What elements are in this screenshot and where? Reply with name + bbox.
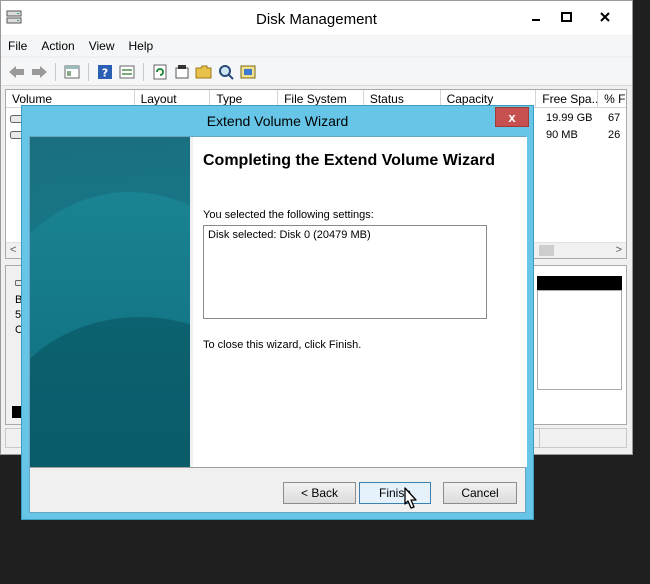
menu-bar: File Action View Help <box>1 36 632 56</box>
maximize-button[interactable] <box>551 7 582 27</box>
minimize-icon <box>531 19 540 21</box>
toolbar-separator <box>88 62 89 81</box>
properties-icon <box>64 65 80 78</box>
help-button[interactable]: ? <box>94 61 116 83</box>
close-icon <box>600 12 610 22</box>
toolbar: ? <box>1 58 632 86</box>
column-header-free-space[interactable]: Free Spa... <box>536 90 599 108</box>
wizard-close-button[interactable]: x <box>495 107 529 127</box>
rescan-button[interactable] <box>237 61 259 83</box>
wizard-banner-image <box>30 137 190 467</box>
settings-button[interactable] <box>171 61 193 83</box>
close-button[interactable] <box>582 7 628 27</box>
maximize-icon <box>561 12 572 22</box>
column-header-percent-free[interactable]: % F <box>598 90 626 108</box>
cancel-button[interactable]: Cancel <box>443 482 517 504</box>
wizard-content: Completing the Extend Volume Wizard You … <box>29 136 527 513</box>
percent-free-cell: 26 <box>608 129 621 141</box>
settings-summary-box[interactable]: Disk selected: Disk 0 (20479 MB) <box>203 225 487 319</box>
table-row[interactable]: 90 MB 26 <box>541 129 620 141</box>
partition-header-bar <box>537 276 622 290</box>
wizard-main-panel: Completing the Extend Volume Wizard You … <box>193 137 527 467</box>
close-icon: x <box>508 109 516 125</box>
percent-free-cell: 67 <box>608 112 621 124</box>
extend-volume-wizard-dialog: Extend Volume Wizard x Completing the Ex… <box>21 105 534 520</box>
menu-file[interactable]: File <box>8 39 27 53</box>
partition-block[interactable] <box>537 290 622 390</box>
settings-label: You selected the following settings: <box>203 209 374 221</box>
toolbar-separator <box>55 62 56 81</box>
back-button[interactable] <box>6 61 28 83</box>
back-arrow-icon <box>9 65 24 78</box>
wizard-divider <box>30 467 525 468</box>
wizard-title: Extend Volume Wizard <box>206 113 349 129</box>
minimize-button[interactable] <box>520 7 551 27</box>
settings-summary-text: Disk selected: Disk 0 (20479 MB) <box>208 229 371 241</box>
free-space-cell: 90 MB <box>546 129 578 141</box>
table-row[interactable]: 19.99 GB 67 <box>541 112 620 124</box>
open-folder-icon <box>195 65 212 78</box>
menu-action[interactable]: Action <box>41 39 74 53</box>
scroll-right-arrow[interactable]: > <box>616 244 622 256</box>
free-space-cell: 19.99 GB <box>546 112 593 124</box>
back-button[interactable]: < Back <box>283 482 356 504</box>
wizard-title-bar[interactable]: Extend Volume Wizard x <box>22 106 533 136</box>
banner-curve <box>30 317 190 467</box>
search-icon <box>219 64 234 80</box>
list-view-icon <box>119 65 135 78</box>
refresh-icon <box>153 64 167 79</box>
help-icon: ? <box>98 64 112 79</box>
forward-button[interactable] <box>28 61 50 83</box>
settings-icon <box>175 64 189 78</box>
rescan-icon <box>240 65 256 78</box>
open-folder-button[interactable] <box>193 61 215 83</box>
list-view-button[interactable] <box>116 61 138 83</box>
mouse-cursor-icon <box>404 487 417 509</box>
properties-button[interactable] <box>61 61 83 83</box>
scroll-thumb[interactable] <box>539 245 554 256</box>
window-controls <box>520 7 628 27</box>
title-bar[interactable]: Disk Management <box>1 1 632 35</box>
menu-view[interactable]: View <box>89 39 115 53</box>
forward-arrow-icon <box>32 65 47 78</box>
close-instruction: To close this wizard, click Finish. <box>203 339 362 351</box>
toolbar-separator <box>143 62 144 81</box>
svg-text:?: ? <box>102 66 108 79</box>
wizard-heading: Completing the Extend Volume Wizard <box>203 152 496 169</box>
status-bar-divider <box>539 429 540 447</box>
refresh-button[interactable] <box>149 61 171 83</box>
scroll-left-arrow[interactable]: < <box>10 244 16 256</box>
menu-help[interactable]: Help <box>129 39 154 53</box>
search-button[interactable] <box>215 61 237 83</box>
